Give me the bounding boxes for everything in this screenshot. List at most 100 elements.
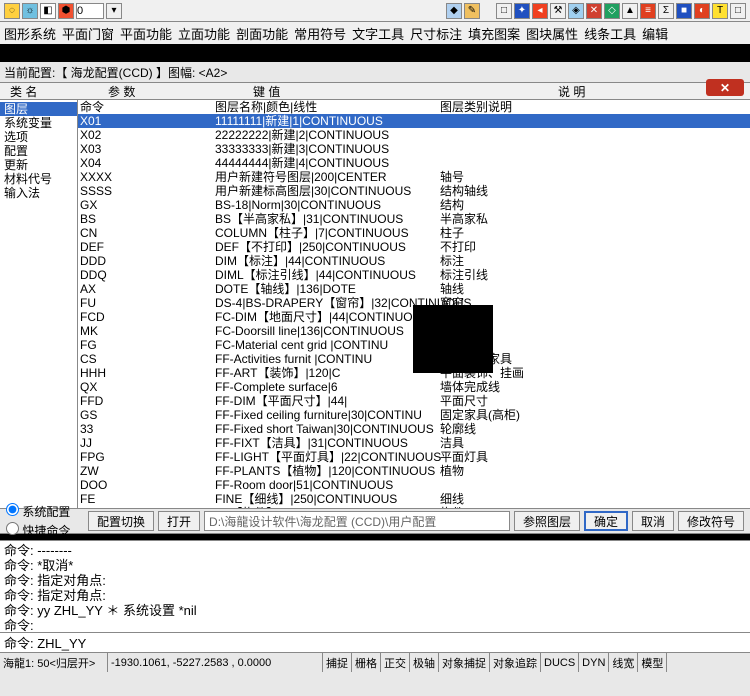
config-path-input[interactable]	[204, 511, 510, 531]
table-row[interactable]: GSFF-Fixed ceiling furniture|30|CONTINU固…	[78, 408, 750, 422]
bulb-icon[interactable]: ◌	[4, 3, 20, 19]
cell-val: 11111111|新建|1|CONTINUOUS	[213, 114, 438, 128]
chevron-down-icon[interactable]: ▾	[106, 3, 122, 19]
table-row[interactable]: SSSS用户新建标高图层|30|CONTINUOUS结构轴线	[78, 184, 750, 198]
ref-layer-button[interactable]: 参照图层	[514, 511, 580, 531]
table-row[interactable]: 33FF-Fixed short Taiwan|30|CONTINUOUS轮廓线	[78, 422, 750, 436]
menu-line-tool[interactable]: 线条工具	[582, 22, 638, 45]
open-button[interactable]: 打开	[158, 511, 200, 531]
magnet-icon[interactable]: ⬢	[58, 3, 74, 19]
cell-desc: 植物	[438, 464, 464, 478]
tool-icon-14[interactable]: ◐	[694, 3, 710, 19]
menu-graphic-sys[interactable]: 图形系统	[2, 22, 58, 45]
tool-icon-13[interactable]: ■	[676, 3, 692, 19]
close-button[interactable]: ✕	[706, 79, 744, 96]
sun-icon[interactable]: ☼	[22, 3, 38, 19]
menu-hatch[interactable]: 填充图案	[466, 22, 522, 45]
status-polar[interactable]: 极轴	[410, 653, 439, 672]
status-osnap[interactable]: 对象捕捉	[439, 653, 490, 672]
table-row[interactable]: DDDDIM【标注】|44|CONTINUOUS标注	[78, 254, 750, 268]
layer-combo[interactable]	[76, 3, 104, 19]
table-row[interactable]: CNCOLUMN【柱子】|7|CONTINUOUS柱子	[78, 226, 750, 240]
layer-icon[interactable]: ◧	[40, 3, 56, 19]
tool-icon-11[interactable]: ≡	[640, 3, 656, 19]
table-row[interactable]: QXFF-Complete surface|6墙体完成线	[78, 380, 750, 394]
col-params: 参 数	[78, 83, 213, 100]
command-input-row[interactable]: 命令: ZHL_YY	[0, 632, 750, 652]
cancel-button[interactable]: 取消	[632, 511, 674, 531]
ok-button[interactable]: 确定	[584, 511, 628, 531]
status-ortho[interactable]: 正交	[381, 653, 410, 672]
table-row[interactable]: FFDFF-DIM【平面尺寸】|44|平面尺寸	[78, 394, 750, 408]
tool-icon-9[interactable]: ◇	[604, 3, 620, 19]
tool-icon-15[interactable]: T	[712, 3, 728, 19]
tool-icon-5[interactable]: ◂	[532, 3, 548, 19]
cell-cmd: DDQ	[78, 268, 213, 282]
tool-icon-4[interactable]: ✦	[514, 3, 530, 19]
tool-icon-3[interactable]: □	[496, 3, 512, 19]
menu-block-attr[interactable]: 图块属性	[524, 22, 580, 45]
table-row[interactable]: X0111111111|新建|1|CONTINUOUS	[78, 114, 750, 128]
tool-icon-1[interactable]: ◆	[446, 3, 462, 19]
switch-config-button[interactable]: 配置切换	[88, 511, 154, 531]
main-area: 图层 系统变量 选项 配置 更新 材料代号 输入法 命令图层名称|颜色|线性图层…	[0, 100, 750, 508]
table-row[interactable]: BSBS【半高家私】|31|CONTINUOUS半高家私	[78, 212, 750, 226]
top-toolbar: ◌ ☼ ◧ ⬢ ▾ ◆ ✎ □ ✦ ◂ ⚒ ◈ ✕ ◇ ▲ ≡ Σ ■ ◐ T …	[0, 0, 750, 22]
tool-icon-8[interactable]: ✕	[586, 3, 602, 19]
modify-symbol-button[interactable]: 修改符号	[678, 511, 744, 531]
status-snap[interactable]: 捕捉	[323, 653, 352, 672]
cell-desc: 构件	[438, 506, 464, 508]
table-row[interactable]: JJFF-FIXT【洁具】|31|CONTINUOUS洁具	[78, 436, 750, 450]
status-otrack[interactable]: 对象追踪	[490, 653, 541, 672]
menu-dimensions[interactable]: 尺寸标注	[408, 22, 464, 45]
tool-icon-2[interactable]: ✎	[464, 3, 480, 19]
menu-elev-func[interactable]: 立面功能	[176, 22, 232, 45]
table-row[interactable]: ZWFF-PLANTS【植物】|120|CONTINUOUS植物	[78, 464, 750, 478]
tool-icon-7[interactable]: ◈	[568, 3, 584, 19]
tree-item-config[interactable]: 配置	[0, 144, 77, 158]
cell-desc: 柱子	[438, 226, 464, 240]
table-row[interactable]: X0333333333|新建|3|CONTINUOUS	[78, 142, 750, 156]
menu-text-tool[interactable]: 文字工具	[350, 22, 406, 45]
tree-item-update[interactable]: 更新	[0, 158, 77, 172]
radio-quick-cmd[interactable]: 快捷命令	[6, 522, 84, 539]
table-row[interactable]: XXXX用户新建符号图层|200|CENTER轴号	[78, 170, 750, 184]
command-input-text: 命令: ZHL_YY	[4, 633, 86, 652]
tree-item-layer[interactable]: 图层	[0, 102, 77, 116]
menu-plan-func[interactable]: 平面功能	[118, 22, 174, 45]
table-row[interactable]: DDQDIML【标注引线】|44|CONTINUOUS标注引线	[78, 268, 750, 282]
radio-system-config[interactable]: 系统配置	[6, 503, 84, 520]
cell-cmd: DEF	[78, 240, 213, 254]
cell-cmd: DOO	[78, 478, 213, 492]
cmd-line: 命令: yy ZHL_YY ＊ 系统设置 *nil	[4, 603, 746, 618]
table-row[interactable]: AXDOTE【轴线】|136|DOTE轴线	[78, 282, 750, 296]
cell-val: FF-Room door|51|CONTINUOUS	[213, 478, 438, 492]
status-dyn[interactable]: DYN	[579, 653, 609, 672]
table-row[interactable]: FPGFF-LIGHT【平面灯具】|22|CONTINUOUS平面灯具	[78, 450, 750, 464]
tree-item-options[interactable]: 选项	[0, 130, 77, 144]
table-row[interactable]: DOOFF-Room door|51|CONTINUOUS	[78, 478, 750, 492]
table-row[interactable]: GJGJ【构件】|25|CONTINUOUS构件	[78, 506, 750, 508]
tool-icon-10[interactable]: ▲	[622, 3, 638, 19]
tool-icon-12[interactable]: Σ	[658, 3, 674, 19]
cell-cmd: FG	[78, 338, 213, 352]
table-row[interactable]: GXBS-18|Norm|30|CONTINUOUS结构	[78, 198, 750, 212]
status-lwt[interactable]: 线宽	[609, 653, 638, 672]
table-row[interactable]: X0444444444|新建|4|CONTINUOUS	[78, 156, 750, 170]
status-model[interactable]: 模型	[638, 653, 667, 672]
table-row[interactable]: DEFDEF【不打印】|250|CONTINUOUS不打印	[78, 240, 750, 254]
tree-item-sysvar[interactable]: 系统变量	[0, 116, 77, 130]
table-row[interactable]: X0222222222|新建|2|CONTINUOUS	[78, 128, 750, 142]
tree-item-material[interactable]: 材料代号	[0, 172, 77, 186]
table-row[interactable]: FEFINE【细线】|250|CONTINUOUS细线	[78, 492, 750, 506]
tool-icon-6[interactable]: ⚒	[550, 3, 566, 19]
tree-item-ime[interactable]: 输入法	[0, 186, 77, 200]
menu-symbols[interactable]: 常用符号	[292, 22, 348, 45]
menu-section-func[interactable]: 剖面功能	[234, 22, 290, 45]
tool-icon-16[interactable]: □	[730, 3, 746, 19]
menu-edit[interactable]: 编辑	[640, 22, 670, 45]
status-grid[interactable]: 栅格	[352, 653, 381, 672]
cell-desc: 标注	[438, 254, 464, 268]
menu-plan-window[interactable]: 平面门窗	[60, 22, 116, 45]
status-ducs[interactable]: DUCS	[541, 653, 579, 672]
